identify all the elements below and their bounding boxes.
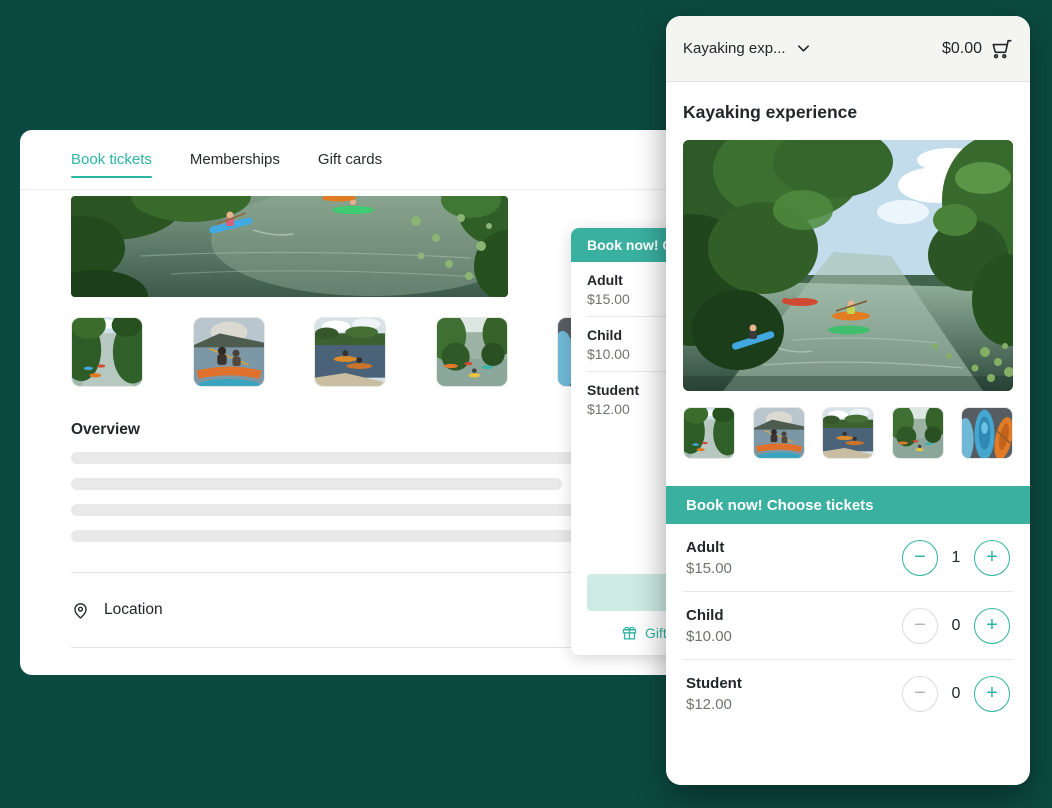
tab-gift-cards[interactable]: Gift cards bbox=[318, 130, 382, 189]
ticket-row-student: Student $12.00 − 0 + bbox=[683, 660, 1013, 728]
thumbnail-paddlers[interactable] bbox=[753, 407, 805, 459]
booking-widget-panel: Kayaking exp... $0.00 Kayaking experienc… bbox=[666, 16, 1030, 785]
tab-book-tickets[interactable]: Book tickets bbox=[71, 130, 152, 189]
experience-selector[interactable]: Kayaking exp... bbox=[683, 40, 811, 57]
experience-main-photo[interactable] bbox=[683, 140, 1013, 391]
overview-heading: Overview bbox=[71, 421, 629, 439]
book-now-banner: Book now! Choose tickets bbox=[666, 486, 1030, 524]
gallery-main-photo[interactable] bbox=[71, 196, 508, 297]
location-accordion[interactable]: Location bbox=[71, 573, 629, 647]
ticket-price: $10.00 bbox=[686, 628, 732, 645]
thumbnail-group[interactable] bbox=[436, 317, 508, 387]
ticket-name: Adult bbox=[686, 539, 732, 556]
ticket-row-child: Child $10.00 − 0 + bbox=[683, 592, 1013, 660]
thumbnail-river[interactable] bbox=[71, 317, 143, 387]
kayak-river-photo bbox=[683, 140, 1013, 391]
quantity-stepper: − 0 + bbox=[902, 676, 1010, 712]
skeleton-line bbox=[71, 530, 579, 542]
decrease-quantity-button[interactable]: − bbox=[902, 676, 938, 712]
skeleton-line bbox=[71, 452, 629, 464]
skeleton-line bbox=[71, 478, 562, 490]
location-label: Location bbox=[104, 601, 163, 619]
thumbnail-group[interactable] bbox=[892, 407, 944, 459]
ticket-name: Child bbox=[686, 607, 732, 624]
thumbnail-river[interactable] bbox=[683, 407, 735, 459]
chevron-down-icon bbox=[796, 41, 811, 56]
gift-icon bbox=[621, 624, 638, 641]
page-background: Book tickets Memberships Gift cards Over… bbox=[0, 0, 1052, 808]
increase-quantity-button[interactable]: + bbox=[974, 608, 1010, 644]
gallery-thumbnails bbox=[71, 317, 629, 387]
quantity-value: 0 bbox=[943, 685, 969, 703]
section-divider bbox=[71, 647, 629, 648]
increase-quantity-button[interactable]: + bbox=[974, 676, 1010, 712]
quantity-value: 1 bbox=[943, 549, 969, 567]
thumbnail-paddlers[interactable] bbox=[193, 317, 265, 387]
quantity-stepper: − 1 + bbox=[902, 540, 1010, 576]
ticket-price: $15.00 bbox=[686, 560, 732, 577]
skeleton-line bbox=[71, 504, 629, 516]
ticket-row-adult: Adult $15.00 − 1 + bbox=[683, 524, 1013, 592]
quantity-stepper: − 0 + bbox=[902, 608, 1010, 644]
thumbnail-kayaks[interactable] bbox=[961, 407, 1013, 459]
increase-quantity-button[interactable]: + bbox=[974, 540, 1010, 576]
cart-button[interactable]: $0.00 bbox=[942, 38, 1013, 60]
experience-selector-label: Kayaking exp... bbox=[683, 40, 786, 57]
gift-link-label: Gift bbox=[645, 625, 667, 641]
tab-bar: Book tickets Memberships Gift cards bbox=[20, 130, 680, 190]
tab-memberships[interactable]: Memberships bbox=[190, 130, 280, 189]
overview-skeleton bbox=[71, 452, 629, 542]
decrease-quantity-button[interactable]: − bbox=[902, 608, 938, 644]
experience-thumbnails bbox=[683, 407, 1013, 459]
kayak-river-photo bbox=[71, 196, 508, 297]
ticket-price: $12.00 bbox=[686, 696, 742, 713]
decrease-quantity-button[interactable]: − bbox=[902, 540, 938, 576]
thumbnail-lake[interactable] bbox=[822, 407, 874, 459]
location-pin-icon bbox=[71, 601, 90, 620]
quantity-value: 0 bbox=[943, 617, 969, 635]
cart-total: $0.00 bbox=[942, 40, 982, 58]
experience-title: Kayaking experience bbox=[683, 102, 1013, 123]
ticket-name: Student bbox=[686, 675, 742, 692]
shopping-cart-icon bbox=[991, 38, 1013, 60]
widget-header: Kayaking exp... $0.00 bbox=[666, 16, 1030, 82]
thumbnail-lake[interactable] bbox=[314, 317, 386, 387]
